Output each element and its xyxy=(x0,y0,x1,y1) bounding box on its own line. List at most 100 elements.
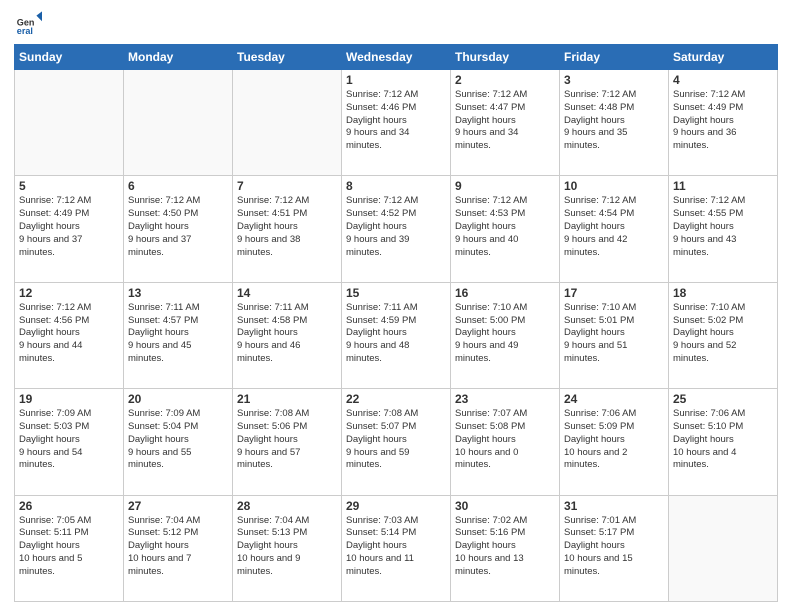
calendar-cell: 4 Sunrise: 7:12 AMSunset: 4:49 PMDaylight… xyxy=(669,70,778,176)
day-number: 3 xyxy=(564,73,664,87)
cell-content: Sunrise: 7:12 AMSunset: 4:55 PMDaylight … xyxy=(673,195,773,259)
page: Gen eral SundayMondayTuesdayWednesdayThu… xyxy=(0,0,792,612)
weekday-header-friday: Friday xyxy=(560,45,669,70)
cell-content: Sunrise: 7:12 AMSunset: 4:52 PMDaylight … xyxy=(346,195,446,259)
calendar-cell: 12Sunrise: 7:12 AMSunset: 4:56 PMDayligh… xyxy=(15,282,124,388)
cell-content: Sunrise: 7:12 AMSunset: 4:49 PMDaylight … xyxy=(673,89,773,153)
day-number: 17 xyxy=(564,286,664,300)
day-number: 22 xyxy=(346,392,446,406)
calendar-cell xyxy=(233,70,342,176)
calendar-cell: 14 Sunrise: 7:11 AMSunset: 4:58 PMDayligh… xyxy=(233,282,342,388)
cell-content: Sunrise: 7:12 AMSunset: 4:46 PMDaylight … xyxy=(346,89,446,153)
cell-content: Sunrise: 7:12 AMSunset: 4:49 PMDaylight … xyxy=(19,195,119,259)
calendar-cell: 30 Sunrise: 7:02 AMSunset: 5:16 PMDayligh… xyxy=(451,495,560,601)
day-number: 18 xyxy=(673,286,773,300)
calendar-cell: 13 Sunrise: 7:11 AMSunset: 4:57 PMDayligh… xyxy=(124,282,233,388)
day-number: 26 xyxy=(19,499,119,513)
day-number: 20 xyxy=(128,392,228,406)
calendar-table: SundayMondayTuesdayWednesdayThursdayFrid… xyxy=(14,44,778,602)
calendar-cell: 18 Sunrise: 7:10 AMSunset: 5:02 PMDayligh… xyxy=(669,282,778,388)
day-number: 24 xyxy=(564,392,664,406)
calendar-cell: 31 Sunrise: 7:01 AMSunset: 5:17 PMDayligh… xyxy=(560,495,669,601)
day-number: 7 xyxy=(237,179,337,193)
day-number: 14 xyxy=(237,286,337,300)
calendar-cell: 19 Sunrise: 7:09 AMSunset: 5:03 PMDayligh… xyxy=(15,389,124,495)
cell-content: Sunrise: 7:03 AMSunset: 5:14 PMDaylight … xyxy=(346,515,446,579)
cell-content: Sunrise: 7:12 AMSunset: 4:53 PMDaylight … xyxy=(455,195,555,259)
day-number: 23 xyxy=(455,392,555,406)
calendar-cell: 10 Sunrise: 7:12 AMSunset: 4:54 PMDayligh… xyxy=(560,176,669,282)
day-number: 16 xyxy=(455,286,555,300)
calendar-cell: 27 Sunrise: 7:04 AMSunset: 5:12 PMDayligh… xyxy=(124,495,233,601)
day-number: 10 xyxy=(564,179,664,193)
cell-content: Sunrise: 7:12 AMSunset: 4:56 PMDaylight … xyxy=(19,302,119,366)
cell-content: Sunrise: 7:12 AMSunset: 4:50 PMDaylight … xyxy=(128,195,228,259)
logo-icon: Gen eral xyxy=(14,10,42,38)
calendar-cell: 26 Sunrise: 7:05 AMSunset: 5:11 PMDayligh… xyxy=(15,495,124,601)
calendar-cell: 23 Sunrise: 7:07 AMSunset: 5:08 PMDayligh… xyxy=(451,389,560,495)
calendar-cell xyxy=(124,70,233,176)
day-number: 1 xyxy=(346,73,446,87)
logo: Gen eral xyxy=(14,10,44,38)
day-number: 4 xyxy=(673,73,773,87)
svg-text:eral: eral xyxy=(17,26,33,36)
cell-content: Sunrise: 7:12 AMSunset: 4:54 PMDaylight … xyxy=(564,195,664,259)
week-row-2: 12Sunrise: 7:12 AMSunset: 4:56 PMDayligh… xyxy=(15,282,778,388)
cell-content: Sunrise: 7:11 AMSunset: 4:59 PMDaylight … xyxy=(346,302,446,366)
weekday-header-thursday: Thursday xyxy=(451,45,560,70)
calendar-cell: 17 Sunrise: 7:10 AMSunset: 5:01 PMDayligh… xyxy=(560,282,669,388)
cell-content: Sunrise: 7:11 AMSunset: 4:57 PMDaylight … xyxy=(128,302,228,366)
calendar-cell: 21 Sunrise: 7:08 AMSunset: 5:06 PMDayligh… xyxy=(233,389,342,495)
weekday-header-row: SundayMondayTuesdayWednesdayThursdayFrid… xyxy=(15,45,778,70)
calendar-cell: 1 Sunrise: 7:12 AMSunset: 4:46 PMDaylight… xyxy=(342,70,451,176)
cell-content: Sunrise: 7:04 AMSunset: 5:12 PMDaylight … xyxy=(128,515,228,579)
day-number: 15 xyxy=(346,286,446,300)
day-number: 13 xyxy=(128,286,228,300)
weekday-header-sunday: Sunday xyxy=(15,45,124,70)
calendar-cell: 29 Sunrise: 7:03 AMSunset: 5:14 PMDayligh… xyxy=(342,495,451,601)
calendar-cell: 11Sunrise: 7:12 AMSunset: 4:55 PMDayligh… xyxy=(669,176,778,282)
day-number: 19 xyxy=(19,392,119,406)
calendar-cell: 28 Sunrise: 7:04 AMSunset: 5:13 PMDayligh… xyxy=(233,495,342,601)
cell-content: Sunrise: 7:06 AMSunset: 5:10 PMDaylight … xyxy=(673,408,773,472)
calendar-cell: 5Sunrise: 7:12 AMSunset: 4:49 PMDaylight… xyxy=(15,176,124,282)
calendar-cell: 7 Sunrise: 7:12 AMSunset: 4:51 PMDaylight… xyxy=(233,176,342,282)
cell-content: Sunrise: 7:05 AMSunset: 5:11 PMDaylight … xyxy=(19,515,119,579)
day-number: 31 xyxy=(564,499,664,513)
cell-content: Sunrise: 7:02 AMSunset: 5:16 PMDaylight … xyxy=(455,515,555,579)
week-row-0: 1 Sunrise: 7:12 AMSunset: 4:46 PMDaylight… xyxy=(15,70,778,176)
cell-content: Sunrise: 7:10 AMSunset: 5:01 PMDaylight … xyxy=(564,302,664,366)
cell-content: Sunrise: 7:12 AMSunset: 4:51 PMDaylight … xyxy=(237,195,337,259)
calendar-cell: 22Sunrise: 7:08 AMSunset: 5:07 PMDayligh… xyxy=(342,389,451,495)
calendar-cell: 20Sunrise: 7:09 AMSunset: 5:04 PMDayligh… xyxy=(124,389,233,495)
day-number: 9 xyxy=(455,179,555,193)
week-row-4: 26 Sunrise: 7:05 AMSunset: 5:11 PMDayligh… xyxy=(15,495,778,601)
cell-content: Sunrise: 7:07 AMSunset: 5:08 PMDaylight … xyxy=(455,408,555,472)
day-number: 29 xyxy=(346,499,446,513)
weekday-header-tuesday: Tuesday xyxy=(233,45,342,70)
calendar-cell: 8 Sunrise: 7:12 AMSunset: 4:52 PMDaylight… xyxy=(342,176,451,282)
cell-content: Sunrise: 7:01 AMSunset: 5:17 PMDaylight … xyxy=(564,515,664,579)
calendar-cell: 15 Sunrise: 7:11 AMSunset: 4:59 PMDayligh… xyxy=(342,282,451,388)
day-number: 6 xyxy=(128,179,228,193)
cell-content: Sunrise: 7:10 AMSunset: 5:02 PMDaylight … xyxy=(673,302,773,366)
cell-content: Sunrise: 7:08 AMSunset: 5:06 PMDaylight … xyxy=(237,408,337,472)
day-number: 27 xyxy=(128,499,228,513)
calendar-cell: 6 Sunrise: 7:12 AMSunset: 4:50 PMDaylight… xyxy=(124,176,233,282)
cell-content: Sunrise: 7:04 AMSunset: 5:13 PMDaylight … xyxy=(237,515,337,579)
weekday-header-monday: Monday xyxy=(124,45,233,70)
cell-content: Sunrise: 7:11 AMSunset: 4:58 PMDaylight … xyxy=(237,302,337,366)
day-number: 21 xyxy=(237,392,337,406)
calendar-cell: 2Sunrise: 7:12 AMSunset: 4:47 PMDaylight… xyxy=(451,70,560,176)
cell-content: Sunrise: 7:12 AMSunset: 4:48 PMDaylight … xyxy=(564,89,664,153)
calendar-cell: 25Sunrise: 7:06 AMSunset: 5:10 PMDayligh… xyxy=(669,389,778,495)
weekday-header-wednesday: Wednesday xyxy=(342,45,451,70)
cell-content: Sunrise: 7:09 AMSunset: 5:03 PMDaylight … xyxy=(19,408,119,472)
week-row-1: 5Sunrise: 7:12 AMSunset: 4:49 PMDaylight… xyxy=(15,176,778,282)
cell-content: Sunrise: 7:06 AMSunset: 5:09 PMDaylight … xyxy=(564,408,664,472)
day-number: 2 xyxy=(455,73,555,87)
header: Gen eral xyxy=(14,10,778,38)
day-number: 8 xyxy=(346,179,446,193)
day-number: 30 xyxy=(455,499,555,513)
day-number: 28 xyxy=(237,499,337,513)
